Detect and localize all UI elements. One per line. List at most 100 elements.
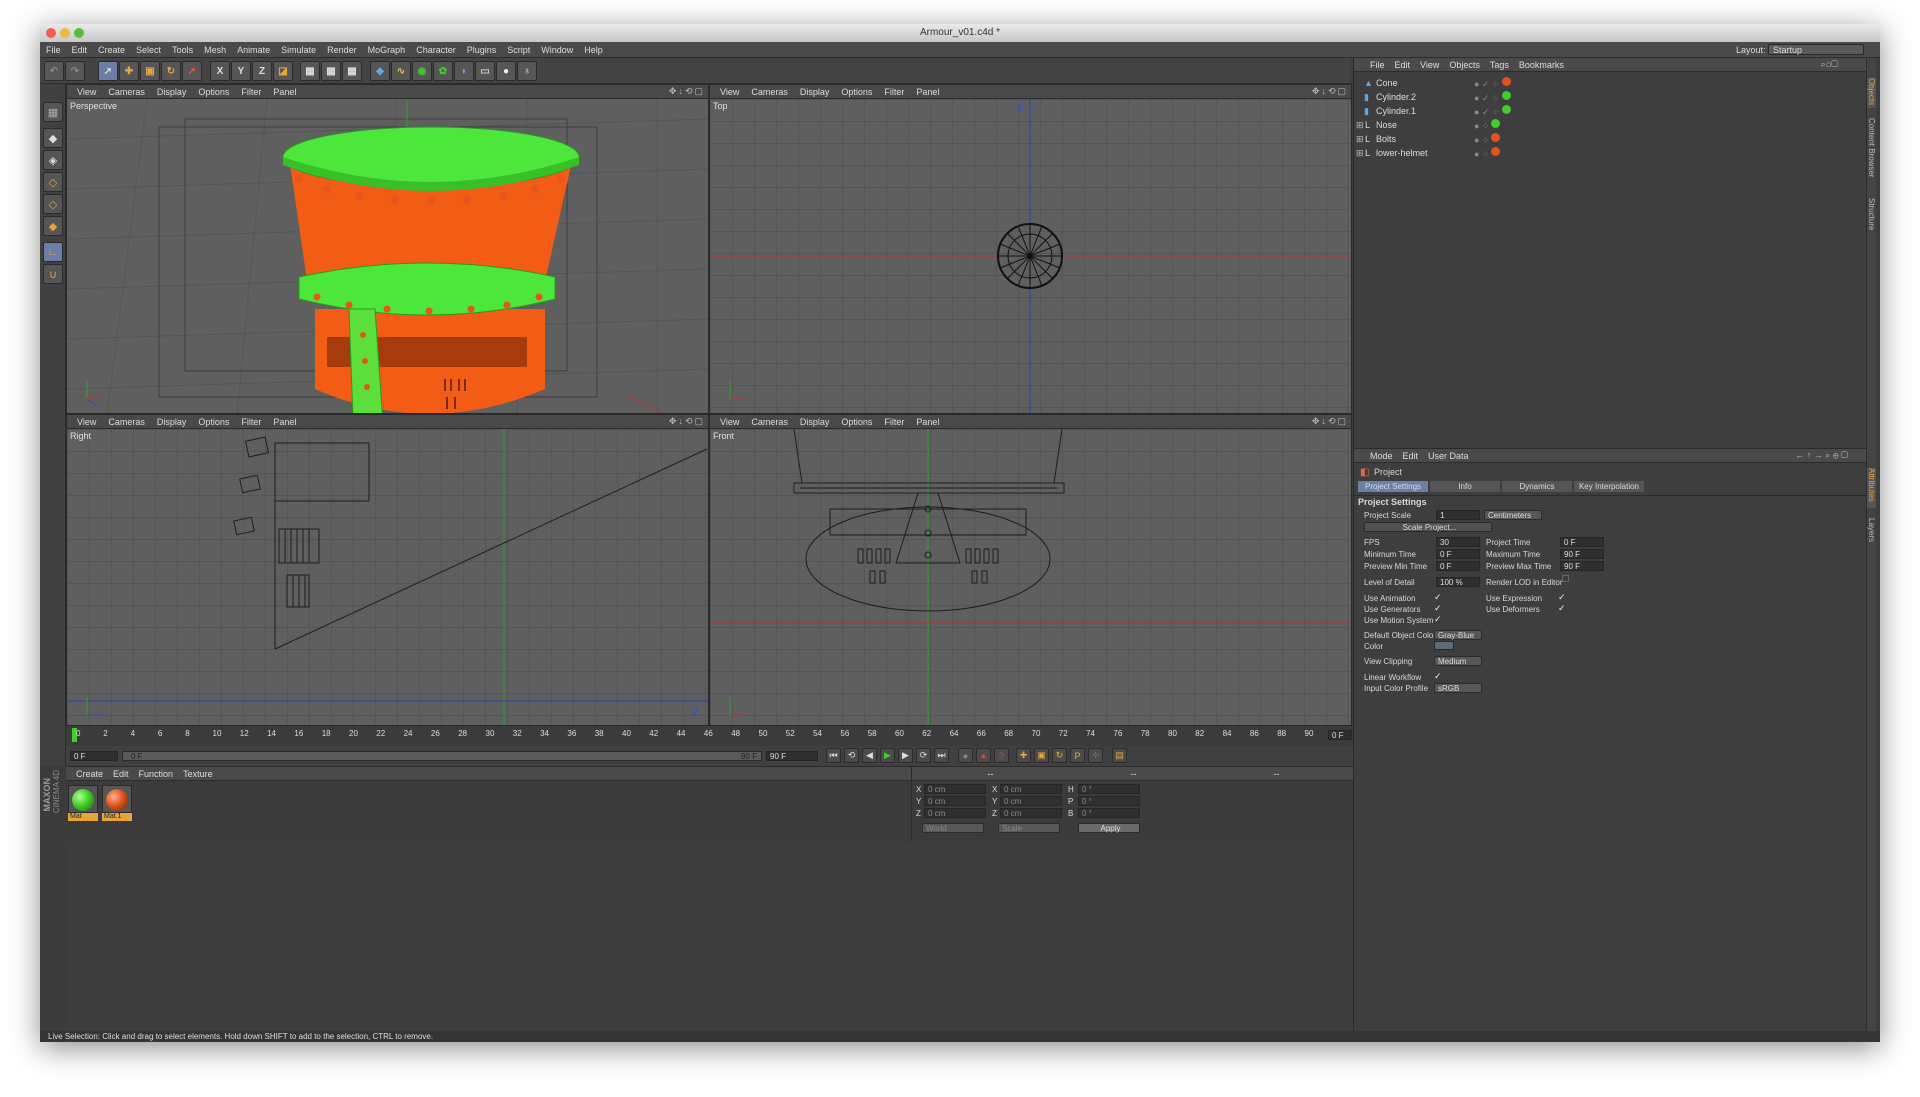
tab-attributes[interactable]: Attributes: [1867, 468, 1876, 508]
axis-mode-icon[interactable]: ∟: [43, 242, 63, 262]
tab-key-interpolation[interactable]: Key Interpolation: [1574, 481, 1644, 492]
om-menu-objects[interactable]: Objects: [1449, 60, 1480, 70]
record-parameter-icon[interactable]: P: [1070, 748, 1085, 763]
start-frame-field[interactable]: 0 F: [70, 751, 118, 761]
pos-y-field[interactable]: 0 cm: [924, 796, 986, 806]
floor-object-icon[interactable]: ▭: [475, 61, 495, 81]
coordinate-space-select[interactable]: World: [922, 823, 984, 833]
size-mode-select[interactable]: Scale: [998, 823, 1060, 833]
material-name[interactable]: Mat.1: [102, 813, 132, 821]
vp-menu-view[interactable]: View: [77, 417, 96, 427]
vp-menu-display[interactable]: Display: [800, 87, 830, 97]
goto-end-icon[interactable]: ⏭: [934, 748, 949, 763]
menu-animate[interactable]: Animate: [237, 45, 270, 55]
vp-menu-filter[interactable]: Filter: [884, 87, 904, 97]
project-scale-field[interactable]: 1: [1436, 510, 1480, 520]
menu-render[interactable]: Render: [327, 45, 357, 55]
vp-menu-display[interactable]: Display: [800, 417, 830, 427]
preview-min-field[interactable]: 0 F: [1436, 561, 1480, 571]
menu-tools[interactable]: Tools: [172, 45, 193, 55]
vp-menu-options[interactable]: Options: [198, 87, 229, 97]
material-tag-icon[interactable]: [1501, 77, 1511, 86]
vp-menu-cameras[interactable]: Cameras: [108, 87, 145, 97]
size-y-field[interactable]: 0 cm: [1000, 796, 1062, 806]
menu-simulate[interactable]: Simulate: [281, 45, 316, 55]
object-row[interactable]: ▲ Cone ● ✓ ⁘: [1354, 76, 1866, 90]
material-tag-icon[interactable]: [1491, 147, 1501, 156]
linear-workflow-checkbox[interactable]: ✓: [1434, 671, 1442, 682]
record-keys-icon[interactable]: ●: [958, 748, 973, 763]
om-menu-view[interactable]: View: [1420, 60, 1439, 70]
menu-edit[interactable]: Edit: [72, 45, 88, 55]
zoom-window-icon[interactable]: [74, 28, 84, 38]
scale-tool-icon[interactable]: ▣: [140, 61, 160, 81]
vp-menu-cameras[interactable]: Cameras: [108, 417, 145, 427]
snap-icon[interactable]: ∪: [43, 264, 63, 284]
vp-menu-cameras[interactable]: Cameras: [751, 417, 788, 427]
tab-structure[interactable]: Structure: [1867, 198, 1876, 230]
menu-mograph[interactable]: MoGraph: [368, 45, 406, 55]
record-point-level-icon[interactable]: ⁘: [1088, 748, 1103, 763]
pos-x-field[interactable]: 0 cm: [924, 784, 986, 794]
tab-layers[interactable]: Layers: [1867, 518, 1876, 542]
viewport-nav-icons[interactable]: ✥↓⟲▢: [1312, 86, 1348, 97]
vp-menu-panel[interactable]: Panel: [916, 87, 939, 97]
viewport-top[interactable]: View Cameras Display Options Filter Pane…: [709, 84, 1352, 414]
max-time-field[interactable]: 90 F: [1560, 549, 1604, 559]
minimize-window-icon[interactable]: [60, 28, 70, 38]
polygons-mode-icon[interactable]: ◆: [43, 216, 63, 236]
viewport-right[interactable]: View Cameras Display Options Filter Pane…: [66, 414, 709, 726]
om-menu-file[interactable]: File: [1370, 60, 1385, 70]
rot-h-field[interactable]: 0 °: [1078, 784, 1140, 794]
input-profile-select[interactable]: sRGB: [1434, 683, 1482, 693]
vp-menu-display[interactable]: Display: [157, 417, 187, 427]
array-generator-icon[interactable]: ✿: [433, 61, 453, 81]
menu-character[interactable]: Character: [416, 45, 456, 55]
vp-menu-options[interactable]: Options: [841, 417, 872, 427]
mm-menu-create[interactable]: Create: [76, 769, 103, 779]
vp-menu-filter[interactable]: Filter: [884, 417, 904, 427]
timeline-ruler[interactable]: 0 2 4 6 8 10 12 14 16 18 20 22 24 26 28 30 32 34 36 38 40 42 4…: [66, 726, 1353, 746]
vp-menu-cameras[interactable]: Cameras: [751, 87, 788, 97]
spline-pen-icon[interactable]: ∿: [391, 61, 411, 81]
play-icon[interactable]: ▶: [880, 748, 895, 763]
pos-z-field[interactable]: 0 cm: [924, 808, 986, 818]
render-settings-icon[interactable]: ▦: [342, 61, 362, 81]
render-lod-checkbox[interactable]: [1562, 575, 1569, 582]
camera-object-icon[interactable]: ●: [496, 61, 516, 81]
next-frame-icon[interactable]: ▶: [898, 748, 913, 763]
make-editable-icon[interactable]: ▦: [43, 102, 63, 122]
vp-menu-panel[interactable]: Panel: [273, 417, 296, 427]
menu-create[interactable]: Create: [98, 45, 125, 55]
menu-file[interactable]: File: [46, 45, 61, 55]
object-row[interactable]: ▮ Cylinder.1 ● ✓ ⁘: [1354, 104, 1866, 118]
vp-menu-options[interactable]: Options: [198, 417, 229, 427]
mm-menu-texture[interactable]: Texture: [183, 769, 213, 779]
scale-project-button[interactable]: Scale Project...: [1364, 522, 1492, 532]
deformer-bend-icon[interactable]: ◗: [454, 61, 474, 81]
vp-menu-filter[interactable]: Filter: [241, 417, 261, 427]
apply-button[interactable]: Apply: [1078, 823, 1140, 833]
render-picture-viewer-icon[interactable]: ▦: [321, 61, 341, 81]
material-name[interactable]: Mat: [68, 813, 98, 821]
material-swatch[interactable]: [68, 785, 98, 813]
object-row[interactable]: ▮ Cylinder.2 ● ✓ ⁘: [1354, 90, 1866, 104]
use-animation-checkbox[interactable]: ✓: [1434, 592, 1442, 603]
menu-script[interactable]: Script: [507, 45, 530, 55]
mm-menu-edit[interactable]: Edit: [113, 769, 129, 779]
keyframe-selection-icon[interactable]: ?: [994, 748, 1009, 763]
fps-field[interactable]: 30: [1436, 537, 1480, 547]
tab-project-settings[interactable]: Project Settings: [1358, 481, 1428, 492]
prev-frame-icon[interactable]: ◀: [862, 748, 877, 763]
object-row[interactable]: ⊞ Llower-helmet ● ⁘: [1354, 146, 1866, 160]
edges-mode-icon[interactable]: ◇: [43, 194, 63, 214]
rot-b-field[interactable]: 0 °: [1078, 808, 1140, 818]
lod-field[interactable]: 100 %: [1436, 577, 1480, 587]
tab-objects[interactable]: Objects: [1867, 78, 1876, 108]
viewport-perspective[interactable]: View Cameras Display Options Filter Pane…: [66, 84, 709, 414]
x-axis-lock-icon[interactable]: X: [210, 61, 230, 81]
light-object-icon[interactable]: ♁: [517, 61, 537, 81]
viewport-nav-icons[interactable]: ✥↓⟲▢: [669, 86, 705, 97]
use-motion-checkbox[interactable]: ✓: [1434, 614, 1442, 625]
z-axis-lock-icon[interactable]: Z: [252, 61, 272, 81]
